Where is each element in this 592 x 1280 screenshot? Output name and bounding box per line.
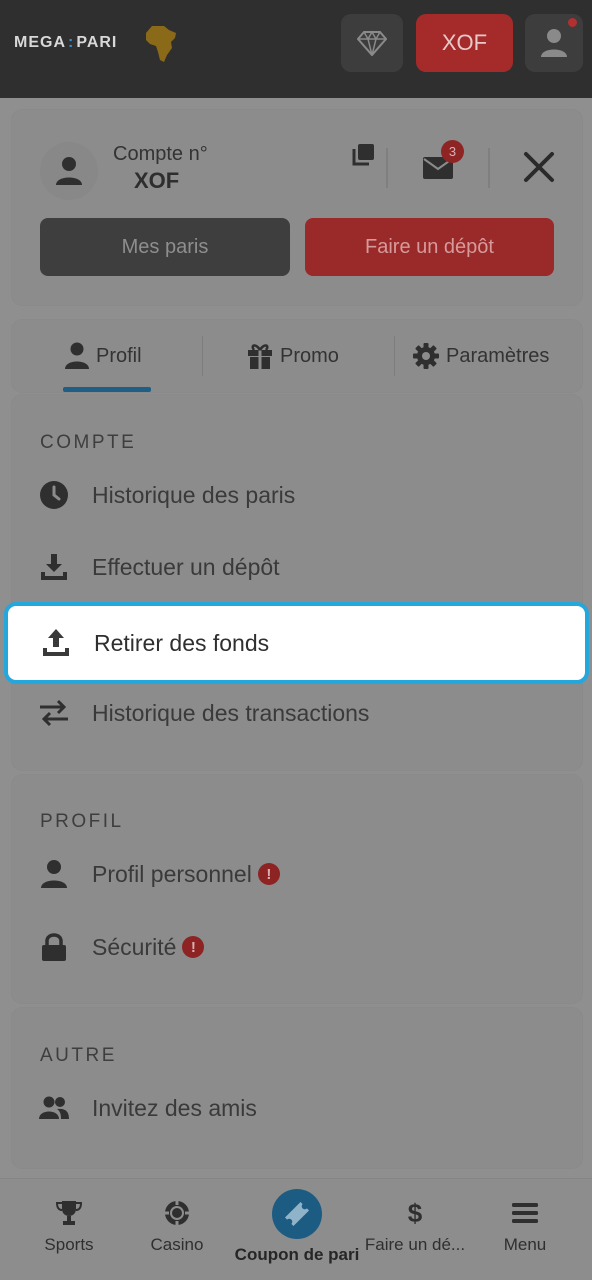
transfer-arrows-icon (40, 699, 68, 727)
tab-label: Paramètres (446, 344, 550, 367)
dollar-icon: $ (407, 1197, 423, 1228)
menu-item-security[interactable]: Sécurité ! (12, 917, 582, 977)
menu-item-label: Retirer des fonds (94, 629, 270, 656)
compte-section: COMPTE Historique des paris Effectuer un… (12, 395, 582, 770)
lock-icon (42, 933, 66, 961)
nav-label: Casino (150, 1235, 204, 1254)
account-number-label: Compte n° (113, 143, 208, 165)
nav-menu[interactable]: Menu (466, 1179, 584, 1280)
notification-dot (568, 18, 577, 27)
logo-text-right: PARI (76, 34, 118, 51)
copy-icon[interactable] (350, 142, 376, 168)
currency-balance-button[interactable]: XOF (416, 14, 513, 72)
tab-label: Profil (96, 344, 142, 367)
tab-parametres[interactable]: Paramètres (412, 320, 549, 392)
hamburger-icon (512, 1203, 538, 1223)
nav-label: Coupon de pari (234, 1245, 360, 1264)
logo-text-left: MEGA (14, 34, 66, 51)
upload-icon (43, 629, 69, 656)
account-currency-value: XOF (134, 168, 180, 193)
vip-diamond-button[interactable] (341, 14, 403, 72)
menu-item-label: Sécurité (92, 933, 177, 960)
nav-sports[interactable]: Sports (10, 1179, 128, 1280)
nav-make-deposit[interactable]: $ Faire un dé... (356, 1179, 474, 1280)
autre-section: AUTRE Invitez des amis (12, 1008, 582, 1168)
top-header: MEGA : PARI XOF (0, 0, 592, 98)
nav-casino[interactable]: Casino (118, 1179, 236, 1280)
my-bets-button[interactable]: Mes paris (40, 218, 290, 276)
mail-count-badge: 3 (441, 140, 464, 163)
divider (386, 148, 388, 188)
africa-map-icon (146, 26, 176, 62)
account-card: Compte n° XOF 3 Mes paris Faire un dépôt (12, 110, 582, 305)
diamond-icon (357, 30, 387, 56)
avatar (40, 142, 98, 200)
nav-label: Faire un dé... (364, 1235, 466, 1254)
divider (488, 148, 490, 188)
section-title-profil: PROFIL (40, 811, 124, 832)
profil-section: PROFIL Profil personnel ! Sécurité ! (12, 775, 582, 1003)
menu-item-transaction-history[interactable]: Historique des transactions (12, 683, 582, 743)
tab-profil[interactable]: Profil (64, 320, 142, 392)
megapari-logo[interactable]: MEGA : PARI (14, 34, 117, 52)
logo-separator: : (68, 34, 75, 51)
warning-icon: ! (257, 863, 280, 885)
user-icon (541, 29, 567, 57)
menu-item-make-deposit[interactable]: Effectuer un dépôt (12, 537, 582, 597)
menu-item-label: Profil personnel (92, 860, 252, 887)
menu-item-withdraw-funds[interactable]: Retirer des fonds (4, 602, 589, 684)
section-title-compte: COMPTE (40, 432, 137, 453)
close-icon[interactable] (522, 150, 556, 184)
casino-chip-icon (165, 1201, 189, 1225)
clock-icon (40, 481, 68, 509)
gift-icon (248, 344, 272, 369)
menu-item-label: Effectuer un dépôt (92, 553, 280, 580)
people-icon (39, 1096, 69, 1119)
person-icon (56, 157, 82, 185)
nav-bet-coupon[interactable]: Coupon de pari (235, 1179, 359, 1280)
gear-icon (413, 343, 439, 369)
section-title-autre: AUTRE (40, 1045, 117, 1066)
menu-item-personal-profile[interactable]: Profil personnel ! (12, 844, 582, 904)
warning-icon: ! (182, 936, 205, 958)
tab-label: Promo (280, 344, 339, 367)
download-icon (41, 554, 67, 580)
menu-item-label: Historique des transactions (92, 699, 370, 726)
user-profile-button[interactable] (525, 14, 583, 72)
currency-label: XOF (441, 30, 488, 55)
person-icon (65, 342, 89, 369)
menu-item-invite-friends[interactable]: Invitez des amis (12, 1078, 582, 1138)
menu-item-bet-history[interactable]: Historique des paris (12, 465, 582, 525)
trophy-icon (55, 1201, 83, 1225)
menu-item-label: Historique des paris (92, 481, 296, 508)
deposit-button[interactable]: Faire un dépôt (305, 218, 554, 276)
divider (394, 336, 395, 376)
active-tab-indicator (63, 387, 151, 392)
nav-label: Menu (503, 1235, 547, 1254)
divider (202, 336, 203, 376)
ticket-icon (284, 1201, 310, 1227)
nav-label: Sports (44, 1235, 94, 1254)
tab-promo[interactable]: Promo (246, 320, 339, 392)
menu-item-label: Invitez des amis (92, 1094, 257, 1121)
profile-tabs: Profil Promo Paramètres (12, 320, 582, 392)
person-icon (41, 860, 67, 888)
bottom-navigation: Sports Casino Coupon de pari $ Faire un … (0, 1178, 592, 1280)
